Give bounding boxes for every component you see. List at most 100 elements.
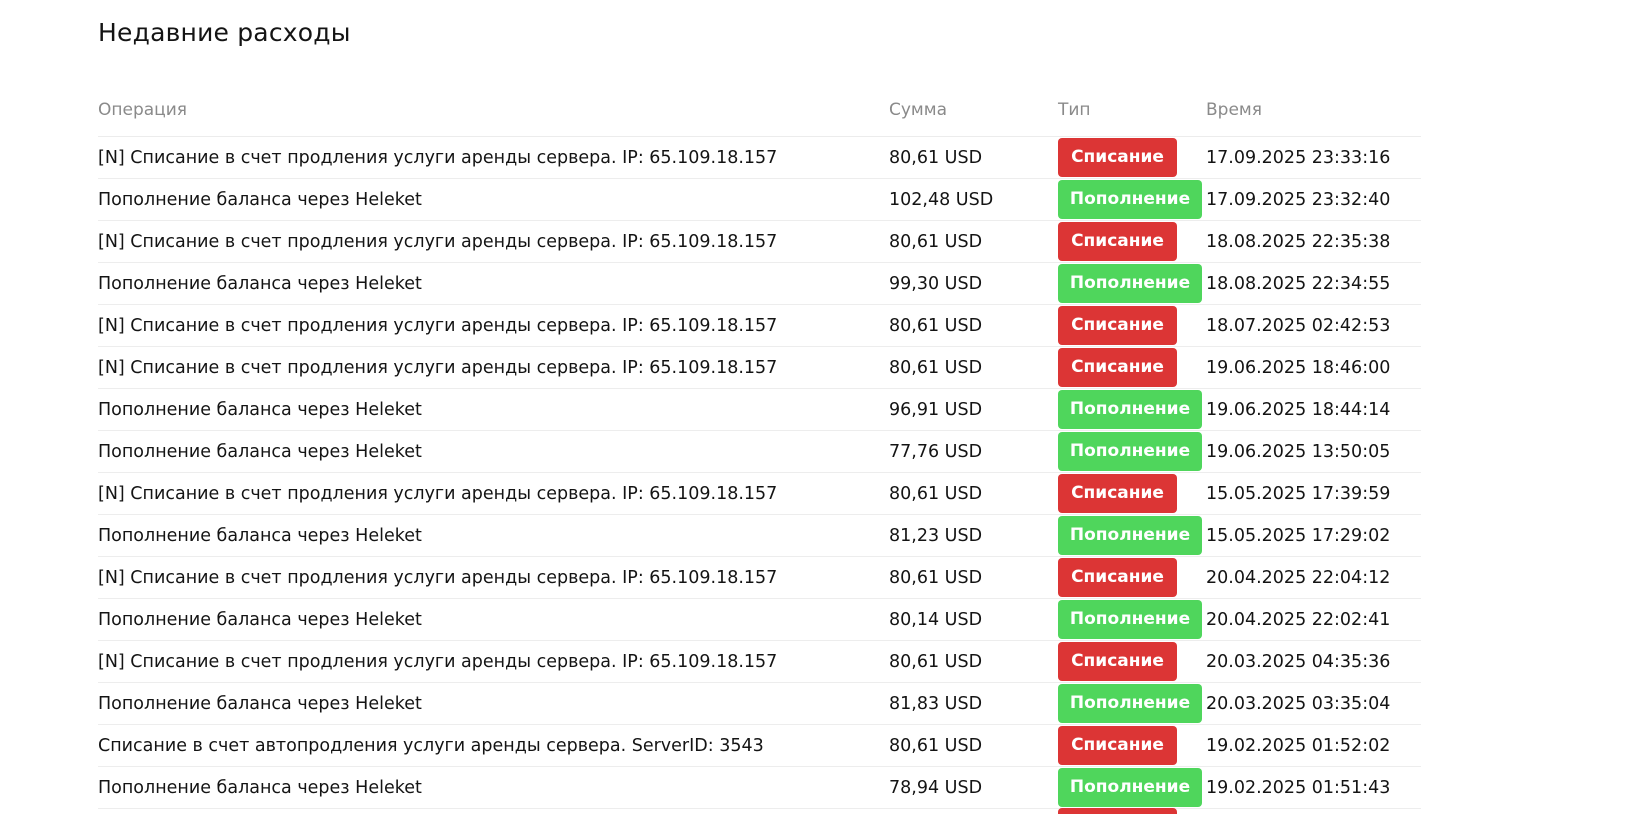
- type-badge-credit: Пополнение: [1058, 516, 1202, 555]
- type-badge-credit: Пополнение: [1058, 600, 1202, 639]
- type-badge-debit: Списание: [1058, 474, 1177, 513]
- cell-operation: Пополнение баланса через Heleket: [98, 273, 422, 294]
- cell-type: Пополнение: [1058, 432, 1206, 471]
- type-badge-credit: Пополнение: [1058, 264, 1202, 303]
- type-badge-credit: Пополнение: [1058, 684, 1202, 723]
- expenses-table: Операция Сумма Тип Время [N] Списание в …: [98, 84, 1421, 814]
- type-badge-debit: Списание: [1058, 138, 1177, 177]
- table-row: Списание в счет автопродления услуги аре…: [98, 725, 1421, 767]
- cell-type: Списание: [1058, 558, 1206, 597]
- cell-time: 19.02.2025 01:52:02: [1206, 735, 1391, 756]
- cell-type: Списание: [1058, 222, 1206, 261]
- table-row: Пополнение баланса через Heleket 81,83 US…: [98, 683, 1421, 725]
- table-row: [N] Списание в счет продления услуги аре…: [98, 305, 1421, 347]
- cell-type: Пополнение: [1058, 600, 1206, 639]
- cell-time: 20.04.2025 22:02:41: [1206, 609, 1391, 630]
- cell-operation: Пополнение баланса через Heleket: [98, 525, 422, 546]
- cell-time: 20.03.2025 04:35:36: [1206, 651, 1391, 672]
- cell-operation: Пополнение баланса через Heleket: [98, 399, 422, 420]
- table-row: Пополнение баланса через Heleket 102,48 U…: [98, 179, 1421, 221]
- cell-amount: 81,83 USD: [889, 693, 983, 714]
- cell-amount: 81,23 USD: [889, 525, 983, 546]
- table-body: [N] Списание в счет продления услуги аре…: [98, 137, 1421, 814]
- cell-amount: 80,61 USD: [889, 735, 983, 756]
- cell-type: Списание: [1058, 348, 1206, 387]
- cell-time: 19.06.2025 13:50:05: [1206, 441, 1391, 462]
- cell-type: Списание: [1058, 138, 1206, 177]
- cell-time: 18.08.2025 22:34:55: [1206, 273, 1391, 294]
- cell-time: 17.09.2025 23:32:40: [1206, 189, 1391, 210]
- column-header-type: Тип: [1058, 100, 1091, 120]
- cell-time: 19.06.2025 18:46:00: [1206, 357, 1391, 378]
- cell-time: 15.05.2025 17:29:02: [1206, 525, 1391, 546]
- type-badge-debit: Списание: [1058, 558, 1177, 597]
- type-badge-debit: Списание: [1058, 348, 1177, 387]
- type-badge-debit: [1058, 807, 1177, 814]
- table-row: Пополнение баланса через Heleket 99,30 US…: [98, 263, 1421, 305]
- type-badge-debit: Списание: [1058, 642, 1177, 681]
- cell-type: Списание: [1058, 642, 1206, 681]
- cell-operation: [N] Списание в счет продления услуги аре…: [98, 357, 778, 378]
- cell-time: 17.09.2025 23:33:16: [1206, 147, 1391, 168]
- cell-time: 19.06.2025 18:44:14: [1206, 399, 1391, 420]
- type-badge-debit: Списание: [1058, 306, 1177, 345]
- cell-operation: Списание в счет автопродления услуги аре…: [98, 735, 764, 756]
- column-header-amount: Сумма: [889, 100, 947, 120]
- table-row: [N] Списание в счет продления услуги аре…: [98, 347, 1421, 389]
- table-row: [N] Списание в счет продления услуги аре…: [98, 137, 1421, 179]
- cell-time: 15.05.2025 17:39:59: [1206, 483, 1391, 504]
- cell-type: Списание: [1058, 474, 1206, 513]
- page-title: Недавние расходы: [98, 18, 351, 47]
- cell-type: [1058, 807, 1206, 814]
- cell-operation: [N] Списание в счет продления услуги аре…: [98, 567, 778, 588]
- cell-type: Пополнение: [1058, 768, 1206, 807]
- cell-amount: 80,61 USD: [889, 567, 983, 588]
- cell-type: Пополнение: [1058, 390, 1206, 429]
- cell-amount: 77,76 USD: [889, 441, 983, 462]
- table-row: [N] Списание в счет продления услуги аре…: [98, 557, 1421, 599]
- cell-type: Пополнение: [1058, 264, 1206, 303]
- table-row: Пополнение баланса через Heleket 77,76 US…: [98, 431, 1421, 473]
- cell-operation: [N] Списание в счет продления услуги аре…: [98, 483, 778, 504]
- cell-type: Пополнение: [1058, 516, 1206, 555]
- type-badge-credit: Пополнение: [1058, 180, 1202, 219]
- cell-time: 20.03.2025 03:35:04: [1206, 693, 1391, 714]
- table-row: Пополнение баланса через Heleket 78,94 US…: [98, 767, 1421, 809]
- cell-time: 20.04.2025 22:04:12: [1206, 567, 1391, 588]
- table-row: [N] Списание в счет продления услуги аре…: [98, 473, 1421, 515]
- cell-operation: Пополнение баланса через Heleket: [98, 609, 422, 630]
- cell-amount: 78,94 USD: [889, 777, 983, 798]
- cell-amount: 80,61 USD: [889, 231, 983, 252]
- type-badge-credit: Пополнение: [1058, 768, 1202, 807]
- table-header: Операция Сумма Тип Время: [98, 84, 1421, 137]
- cell-operation: [N] Списание в счет продления услуги аре…: [98, 651, 778, 672]
- table-row: [N] Списание в счет продления услуги аре…: [98, 641, 1421, 683]
- cell-time: 18.08.2025 22:35:38: [1206, 231, 1391, 252]
- cell-type: Пополнение: [1058, 684, 1206, 723]
- cell-operation: Пополнение баланса через Heleket: [98, 441, 422, 462]
- table-row: Пополнение баланса через Heleket 80,14 US…: [98, 599, 1421, 641]
- page: Недавние расходы Операция Сумма Тип Врем…: [0, 0, 1633, 814]
- table-row: Пополнение баланса через Heleket 96,91 US…: [98, 389, 1421, 431]
- cell-amount: 80,61 USD: [889, 483, 983, 504]
- cell-time: 18.07.2025 02:42:53: [1206, 315, 1391, 336]
- cell-amount: 80,61 USD: [889, 147, 983, 168]
- cell-operation: [N] Списание в счет продления услуги аре…: [98, 231, 778, 252]
- cell-operation: Пополнение баланса через Heleket: [98, 777, 422, 798]
- cell-time: 19.02.2025 01:51:43: [1206, 777, 1391, 798]
- cell-operation: [N] Списание в счет продления услуги аре…: [98, 315, 778, 336]
- type-badge-debit: Списание: [1058, 222, 1177, 261]
- cell-operation: Пополнение баланса через Heleket: [98, 693, 422, 714]
- cell-amount: 102,48 USD: [889, 189, 994, 210]
- cell-amount: 80,14 USD: [889, 609, 983, 630]
- cell-operation: [N] Списание в счет продления услуги аре…: [98, 147, 778, 168]
- column-header-operation: Операция: [98, 100, 188, 120]
- cell-amount: 99,30 USD: [889, 273, 983, 294]
- cell-amount: 96,91 USD: [889, 399, 983, 420]
- table-row: Пополнение баланса через Heleket 81,23 US…: [98, 515, 1421, 557]
- table-row: [98, 807, 1421, 814]
- cell-amount: 80,61 USD: [889, 357, 983, 378]
- cell-amount: 80,61 USD: [889, 651, 983, 672]
- cell-type: Списание: [1058, 306, 1206, 345]
- type-badge-debit: Списание: [1058, 726, 1177, 765]
